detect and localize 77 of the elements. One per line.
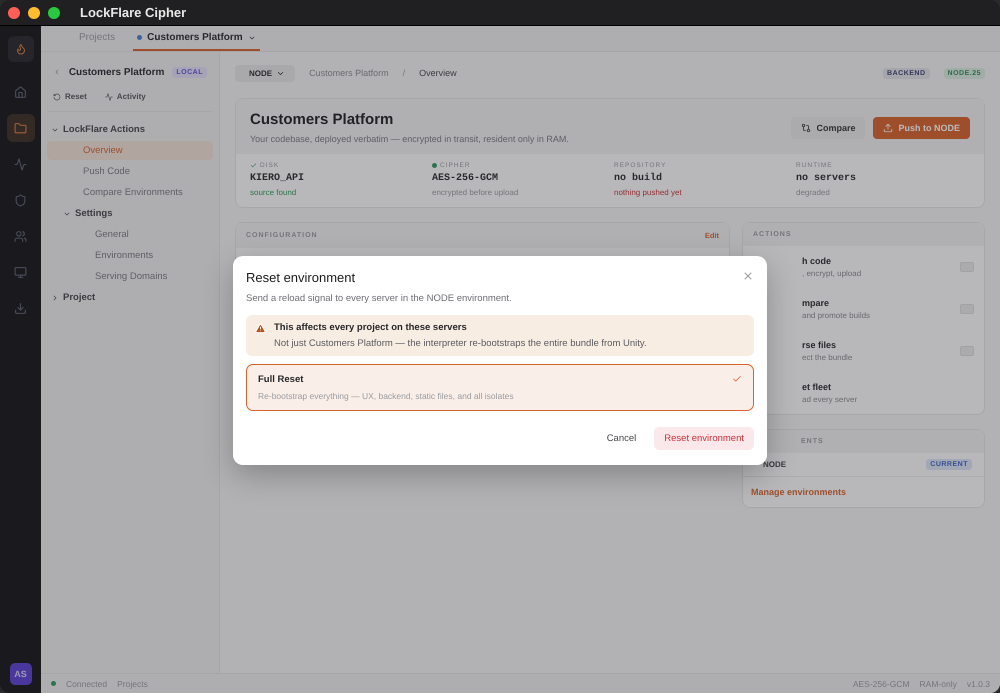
tree-item[interactable]: Push Code bbox=[47, 162, 213, 181]
tree-item[interactable]: Overview bbox=[47, 141, 213, 160]
stat-note: nothing pushed yet bbox=[614, 188, 683, 197]
back-icon[interactable] bbox=[53, 67, 61, 77]
rail-button[interactable] bbox=[6, 114, 34, 142]
push-button[interactable]: Push to NODE bbox=[873, 116, 970, 138]
manage-environments-link[interactable]: Manage environments bbox=[743, 477, 984, 507]
upload-icon bbox=[883, 122, 894, 132]
stat-note: degraded bbox=[796, 188, 831, 197]
tree-group[interactable]: Project bbox=[47, 288, 213, 307]
cancel-button[interactable]: Cancel bbox=[598, 427, 644, 450]
project-title: Customers Platform bbox=[250, 111, 394, 128]
monitor-icon bbox=[14, 266, 27, 278]
sidebar-action[interactable]: Activity bbox=[104, 92, 146, 101]
action-title[interactable]: h code bbox=[802, 256, 960, 266]
breadcrumb[interactable]: Overview bbox=[419, 68, 457, 78]
action-description: ad every server bbox=[802, 395, 858, 404]
sidebar-title: Customers Platform bbox=[68, 66, 164, 78]
environment-name: NODE bbox=[763, 460, 786, 469]
status-text: v1.0.3 bbox=[966, 678, 990, 688]
tree-item[interactable]: Compare Environments bbox=[47, 183, 213, 202]
tree-item[interactable]: Environments bbox=[47, 246, 213, 265]
status-text: Projects bbox=[117, 678, 148, 688]
reset-button[interactable]: Reset environment bbox=[654, 427, 754, 450]
action-title[interactable]: rse files bbox=[802, 340, 960, 350]
sidebar-action[interactable]: Reset bbox=[53, 92, 87, 101]
compare-icon bbox=[801, 122, 812, 132]
user-avatar[interactable]: AS bbox=[10, 663, 32, 685]
compare-button[interactable]: Compare bbox=[791, 116, 866, 138]
stat-note: encrypted before upload bbox=[432, 188, 520, 197]
warning-text: Not just Customers Platform — the interpreter re-bootstraps the entire bundle from Unity. bbox=[274, 338, 647, 349]
action-description: , encrypt, upload bbox=[802, 269, 862, 278]
reset-option[interactable]: Full Reset Re-bootstrap everything — UX, backend, static files, and all isolates bbox=[246, 364, 754, 411]
close-icon[interactable] bbox=[742, 270, 754, 282]
status-dot bbox=[432, 163, 437, 168]
stat-value: no build bbox=[614, 173, 664, 184]
environment-select[interactable]: NODE bbox=[235, 64, 296, 82]
folder-icon bbox=[14, 122, 27, 134]
status-text: Connected bbox=[66, 678, 108, 688]
status-text: RAM-only bbox=[920, 678, 957, 688]
project-subtitle: Your codebase, deployed verbatim — encrypted in transit, resident only in RAM. bbox=[250, 134, 570, 144]
action-title[interactable]: et fleet bbox=[802, 382, 974, 392]
check-icon bbox=[250, 162, 257, 169]
dialog-title: Reset environment bbox=[246, 270, 356, 285]
warning-title: This affects every project on these servers bbox=[274, 322, 468, 333]
tree-group[interactable]: LockFlare Actions bbox=[47, 120, 213, 139]
minimize-window-button[interactable] bbox=[28, 6, 40, 18]
tree-group[interactable]: Settings bbox=[47, 204, 213, 223]
users-icon bbox=[14, 230, 27, 242]
option-description: Re-bootstrap everything — UX, backend, static files, and all isolates bbox=[258, 391, 514, 401]
chevron-right-icon bbox=[51, 294, 59, 302]
stat-value: AES-256-GCM bbox=[432, 173, 500, 184]
stat-value: KIERO_API bbox=[250, 173, 306, 184]
action-title[interactable]: mpare bbox=[802, 298, 960, 308]
stat-value: no servers bbox=[796, 173, 858, 184]
breadcrumb-separator: / bbox=[402, 68, 406, 78]
warning-icon bbox=[255, 323, 266, 334]
house-icon bbox=[14, 86, 27, 98]
pulse-icon bbox=[104, 92, 113, 100]
zoom-window-button[interactable] bbox=[48, 6, 60, 18]
breadcrumb[interactable]: Customers Platform bbox=[309, 68, 389, 78]
close-window-button[interactable] bbox=[8, 6, 20, 18]
reset-icon bbox=[53, 92, 61, 100]
shield-icon bbox=[14, 194, 27, 206]
dialog-subtitle: Send a reload signal to every server in the NODE environment. bbox=[246, 293, 513, 304]
action-description: and promote builds bbox=[802, 311, 872, 320]
pulse-icon bbox=[14, 158, 27, 170]
flame-logo-icon bbox=[8, 36, 34, 62]
action-description: ect the bundle bbox=[802, 353, 854, 362]
tree-item[interactable]: Serving Domains bbox=[47, 267, 213, 286]
window-title: LockFlare Cipher bbox=[80, 5, 186, 20]
stat-note: source found bbox=[250, 188, 298, 197]
option-title: Full Reset bbox=[258, 374, 304, 385]
check-icon bbox=[732, 374, 742, 384]
download-icon bbox=[14, 302, 27, 314]
tree-item[interactable]: General bbox=[47, 225, 213, 244]
status-text: AES-256-GCM bbox=[852, 678, 910, 688]
